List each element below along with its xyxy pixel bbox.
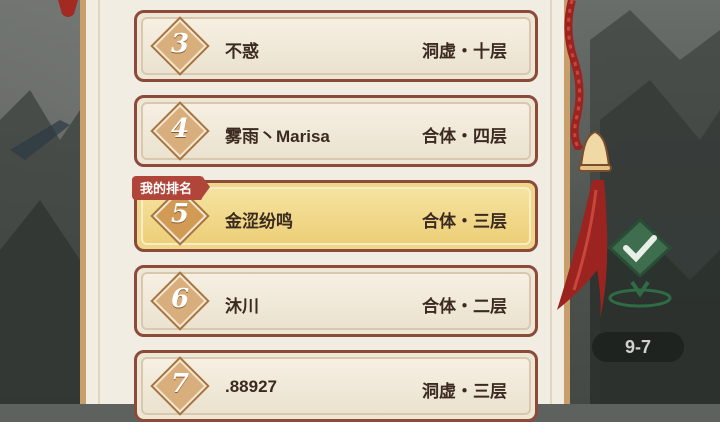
player-realm: 合体・二层: [422, 297, 507, 316]
player-realm: 洞虚・十层: [422, 42, 507, 61]
check-icon[interactable]: [606, 218, 674, 310]
rank-number: 3: [170, 29, 190, 59]
leaderboard-panel: 3 不惑 洞虚・十层 4 雾雨丶Marisa 合体・四层 5 金涩纷鸣 合体・三…: [80, 0, 570, 422]
rope-icon: [564, 0, 584, 150]
leaderboard-row-rank-7[interactable]: 7 .88927 洞虚・三层: [134, 350, 538, 422]
rank-number: 6: [170, 284, 190, 314]
player-name: 金涩纷鸣: [225, 212, 293, 231]
player-name: 雾雨丶Marisa: [225, 127, 330, 146]
player-realm: 合体・三层: [422, 212, 507, 231]
leaderboard-row-rank-3[interactable]: 3 不惑 洞虚・十层: [134, 10, 538, 82]
player-name: 沐川: [225, 297, 259, 316]
player-name: 不惑: [225, 42, 259, 61]
player-name: .88927: [225, 377, 277, 396]
stage-label[interactable]: 9-7: [592, 332, 684, 362]
rank-number: 7: [170, 369, 190, 399]
rank-number: 4: [170, 114, 190, 144]
my-rank-tag: 我的排名: [132, 176, 211, 200]
player-realm: 合体・四层: [422, 127, 507, 146]
player-realm: 洞虚・三层: [422, 382, 507, 401]
leaderboard-row-rank-6[interactable]: 6 沐川 合体・二层: [134, 265, 538, 337]
leaderboard-row-rank-4[interactable]: 4 雾雨丶Marisa 合体・四层: [134, 95, 538, 167]
